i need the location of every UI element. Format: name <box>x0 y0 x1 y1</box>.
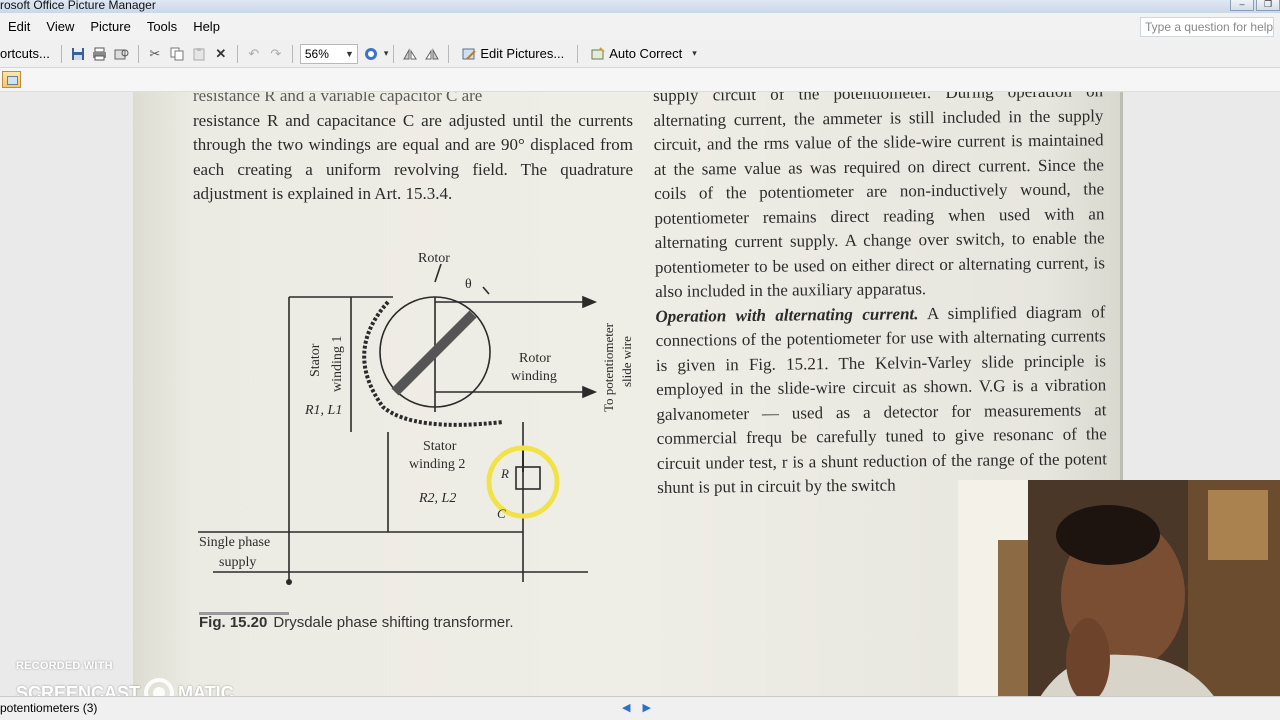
previous-picture-icon[interactable]: ◀ <box>622 697 630 719</box>
figure-caption: Fig. 15.20 Drysdale phase shifting transf… <box>199 614 514 631</box>
edit-pictures-button[interactable]: Edit Pictures... <box>454 43 572 65</box>
left-column-text: resistance R and a variable capacitor C … <box>193 92 633 207</box>
theta-marker <box>482 286 490 295</box>
label-theta: θ <box>465 277 472 292</box>
auto-correct-icon <box>591 46 605 61</box>
figure-title: Drysdale phase shifting transformer. <box>273 614 514 631</box>
shortcuts-button[interactable]: ortcuts... <box>0 46 56 61</box>
label-rotor-winding-a: Rotor <box>519 351 551 366</box>
presenter-video-frame <box>958 480 1280 720</box>
rotor-winding-band <box>391 310 477 396</box>
auto-correct-label: Auto Correct <box>609 46 683 61</box>
left-paragraph-cut: resistance R and a variable capacitor C … <box>193 92 483 105</box>
zoom-select[interactable]: 56% ▼ <box>299 43 358 64</box>
right-paragraph-1: supply circuit of the potentiometer. Dur… <box>653 92 1105 301</box>
label-stator1a: Stator <box>308 343 323 377</box>
toolbar-divider <box>448 44 450 63</box>
edit-pictures-label: Edit Pictures... <box>480 46 565 61</box>
toolbar-divider <box>60 44 62 63</box>
save-icon[interactable] <box>67 43 89 65</box>
right-column-text: supply circuit of the potentiometer. Dur… <box>653 92 1107 500</box>
next-picture-icon[interactable]: ▶ <box>642 697 650 719</box>
rotor-leader <box>434 263 442 283</box>
undo-icon[interactable]: ↶ <box>243 43 265 65</box>
label-r: R <box>500 466 509 481</box>
label-supply-a: Single phase <box>199 535 270 550</box>
help-icon[interactable] <box>360 43 382 65</box>
right-heading: Operation with alternating current. <box>655 303 919 326</box>
label-rotor-winding-b: winding <box>511 369 557 384</box>
edit-pictures-icon <box>462 47 477 61</box>
label-supply-b: supply <box>219 555 256 570</box>
toolbar-divider <box>137 44 139 63</box>
label-to-pot-b: slide wire <box>619 336 633 387</box>
picture-manager-window: rosoft Office Picture Manager – ❐ Edit V… <box>0 0 1280 720</box>
webcam-overlay <box>958 480 1280 720</box>
left-paragraph: resistance R and capacitance C are adjus… <box>193 110 633 204</box>
figure-number: Fig. 15.20 <box>199 614 268 631</box>
copy-icon[interactable] <box>166 43 188 65</box>
print-icon[interactable] <box>89 43 111 65</box>
toolbar: ortcuts... ✂ ✕ ↶ ↷ 56% ▼ ▾ Edit Pictures… <box>0 40 1280 68</box>
menu-picture[interactable]: Picture <box>82 19 138 34</box>
title-bar: rosoft Office Picture Manager – ❐ <box>0 0 1280 13</box>
recorded-with-label: RECORDED WITH <box>16 660 113 672</box>
label-rotor: Rotor <box>418 251 450 266</box>
delete-icon[interactable]: ✕ <box>210 43 232 65</box>
zoom-value: 56% <box>304 46 329 61</box>
toolbar-options-icon[interactable]: ▾ <box>692 48 697 59</box>
label-c: C <box>497 506 506 521</box>
toolbar-divider <box>236 44 238 63</box>
label-r2l2: R2, L2 <box>418 491 456 506</box>
paste-icon[interactable] <box>188 43 210 65</box>
thumbnail-view-icon[interactable] <box>2 71 21 88</box>
label-stator2a: Stator <box>423 439 457 454</box>
chevron-down-icon: ▼ <box>344 48 354 59</box>
rotate-left-icon[interactable] <box>399 43 421 65</box>
window-controls: – ❐ <box>1230 0 1280 11</box>
arrow-bottom <box>582 385 598 399</box>
print-preview-icon[interactable] <box>111 43 133 65</box>
right-paragraph-2: Operation with alternating current. A si… <box>655 300 1107 501</box>
right-paragraph-2-text: A simplified diagram of connections of t… <box>655 301 1108 497</box>
picture-nav: ◀ ▶ <box>622 697 651 719</box>
window-title: rosoft Office Picture Manager <box>0 0 156 12</box>
label-stator2b: winding 2 <box>409 457 465 472</box>
view-strip <box>0 68 1280 92</box>
minimize-button[interactable]: – <box>1230 0 1254 11</box>
auto-correct-button[interactable]: Auto Correct <box>583 43 690 65</box>
label-stator1b: winding 1 <box>330 336 345 392</box>
capacitor-box <box>515 466 541 490</box>
status-bar: potentiometers (3) ◀ ▶ <box>0 696 1280 720</box>
menu-bar: Edit View Picture Tools Help Type a ques… <box>0 13 1280 40</box>
label-to-pot-a: To potentiometer <box>601 322 616 412</box>
toolbar-divider <box>393 44 395 63</box>
arrow-top <box>582 295 598 309</box>
menu-help[interactable]: Help <box>185 19 228 34</box>
toolbar-divider <box>291 44 293 63</box>
menu-view[interactable]: View <box>38 19 82 34</box>
label-r1l1: R1, L1 <box>304 403 342 418</box>
toolbar-divider <box>577 44 579 63</box>
restore-button[interactable]: ❐ <box>1256 0 1280 11</box>
supply-node <box>286 579 292 585</box>
rotate-right-icon[interactable] <box>421 43 443 65</box>
redo-icon[interactable]: ↷ <box>265 43 287 65</box>
menu-edit[interactable]: Edit <box>0 19 38 34</box>
cut-icon[interactable]: ✂ <box>144 43 166 65</box>
status-label: potentiometers (3) <box>0 701 98 715</box>
menu-tools[interactable]: Tools <box>139 19 185 34</box>
toolbar-overflow-icon[interactable]: ▾ <box>384 48 389 59</box>
help-search-input[interactable]: Type a question for help <box>1140 17 1274 37</box>
drysdale-transformer-diagram: Rotor θ Stator winding 1 R1, L1 Rotor wi… <box>198 251 633 585</box>
